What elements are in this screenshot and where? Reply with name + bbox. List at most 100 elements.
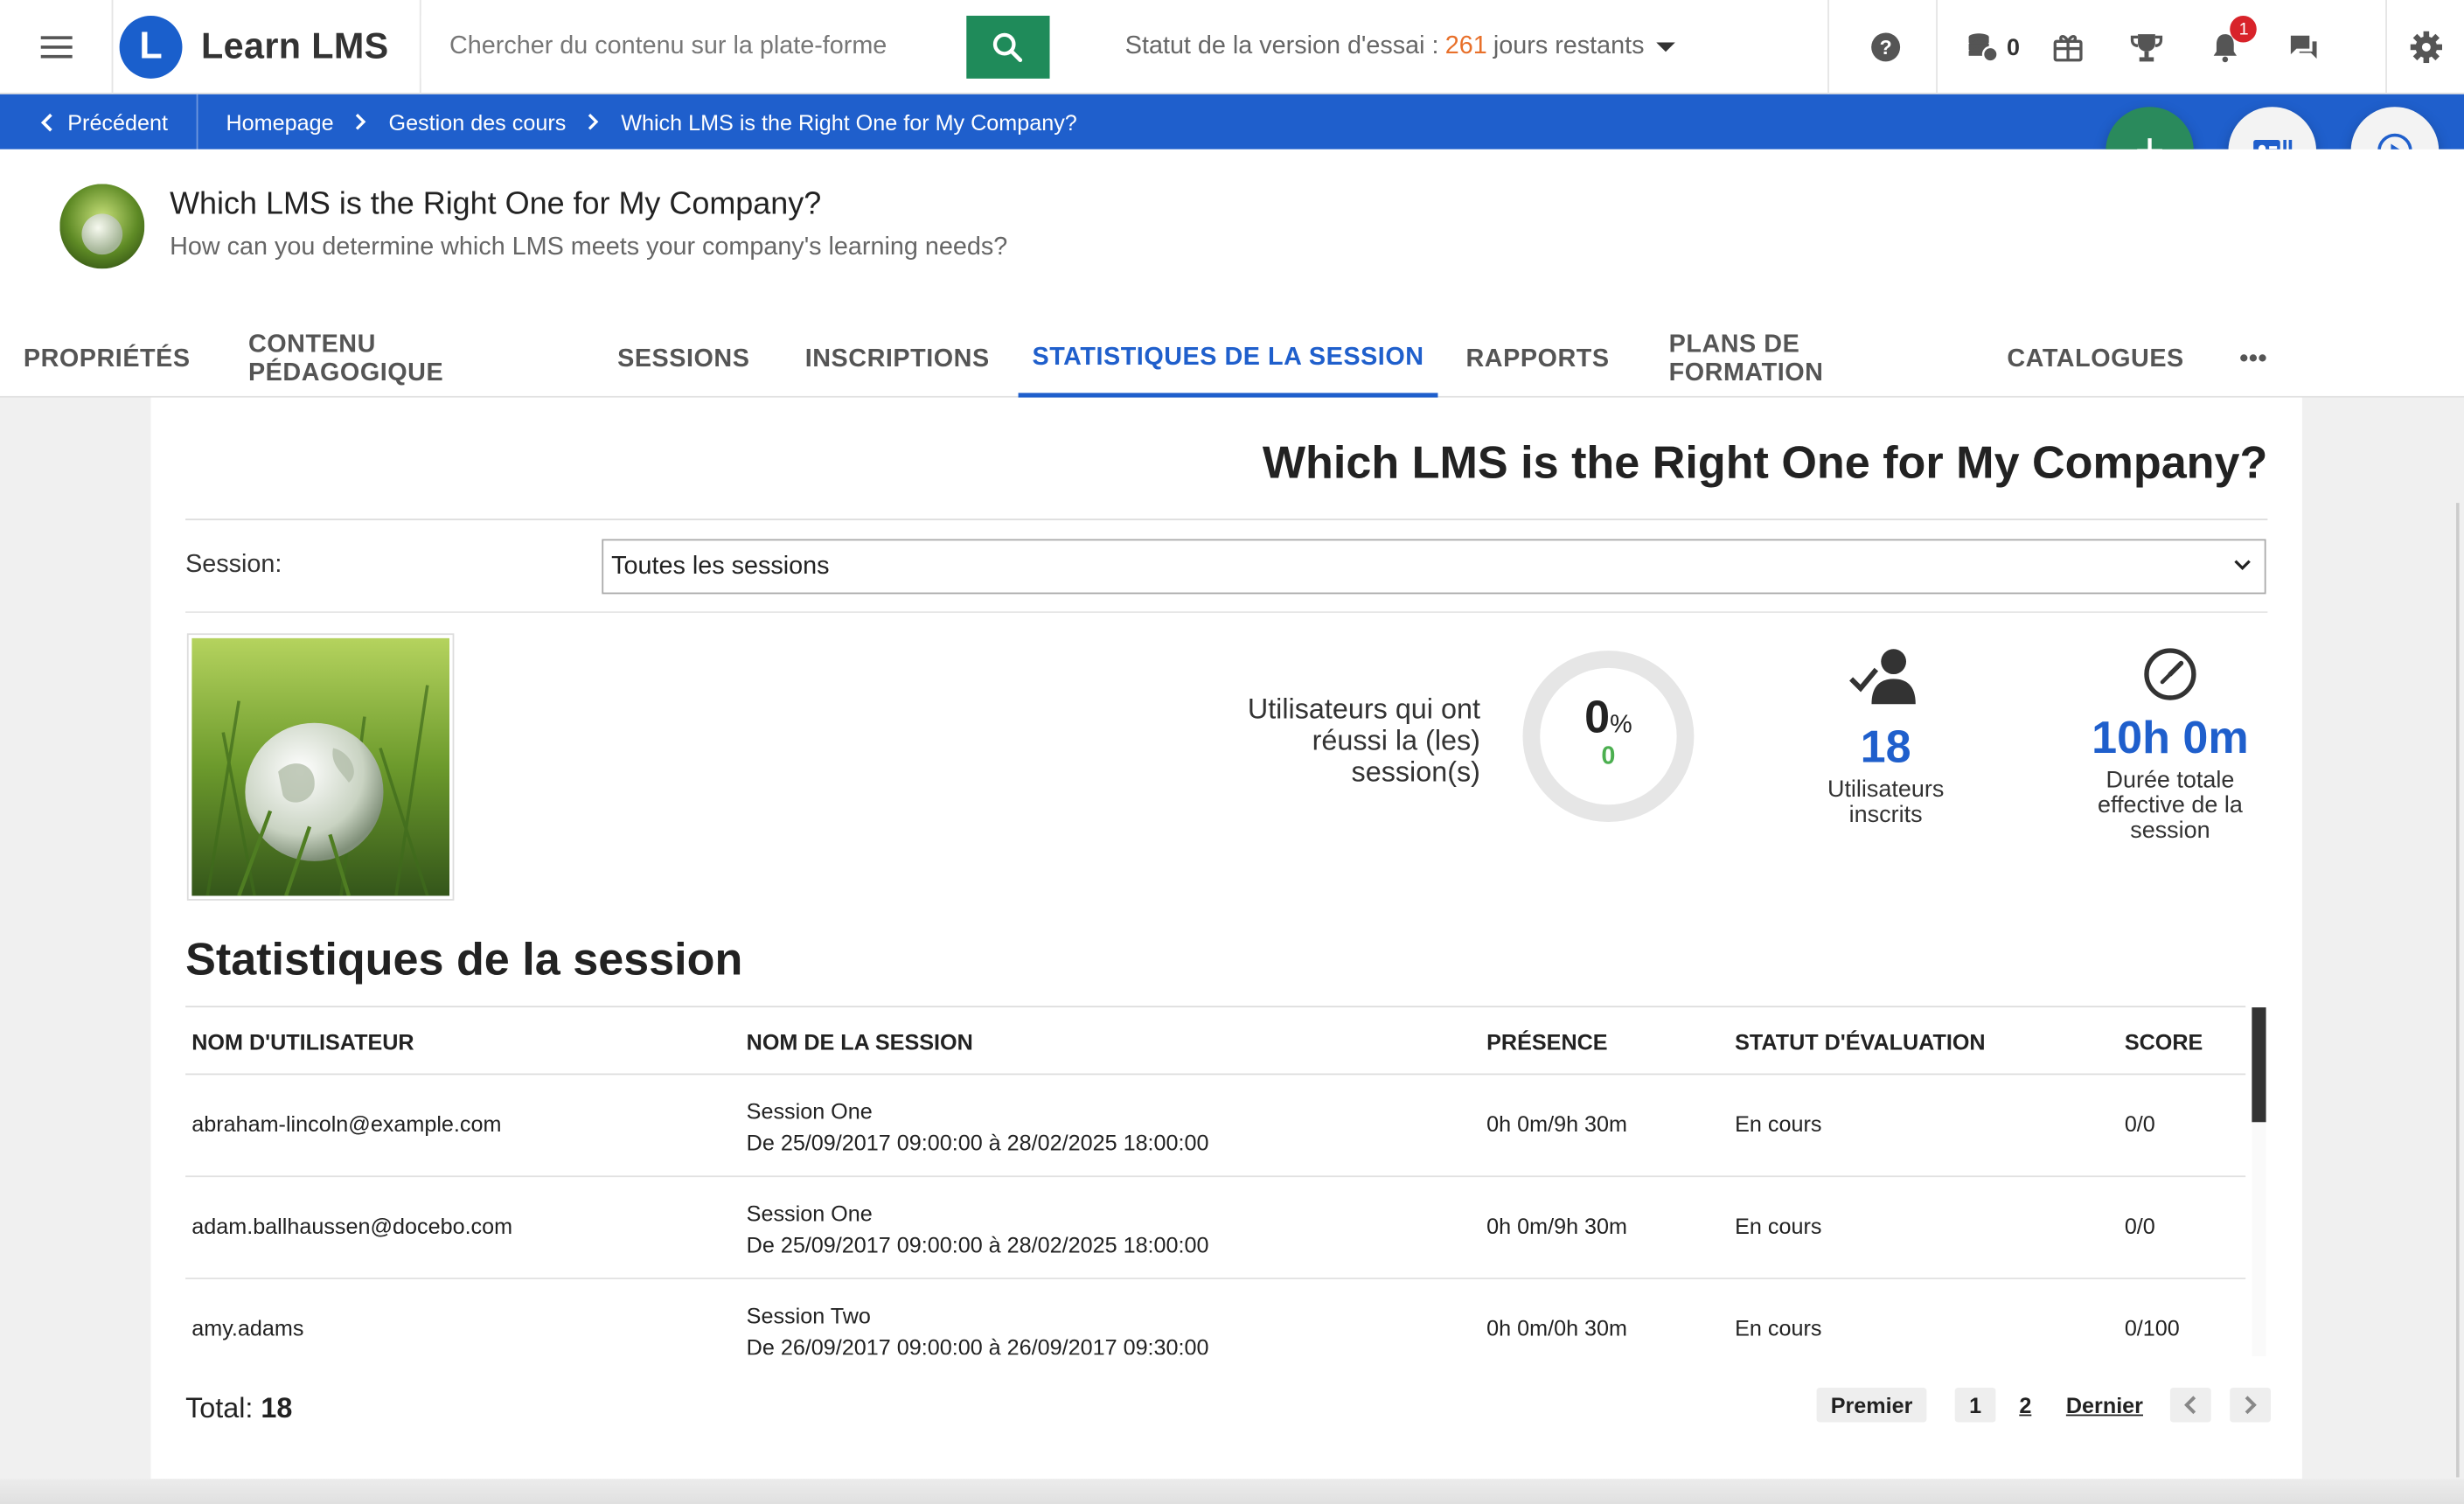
brand[interactable]: L Learn LMS bbox=[113, 0, 421, 94]
search-icon bbox=[993, 31, 1023, 62]
chat-button[interactable] bbox=[2276, 19, 2333, 76]
course-image bbox=[186, 633, 455, 901]
search-input[interactable] bbox=[421, 15, 966, 78]
column-header-session-name[interactable]: NOM DE LA SESSION bbox=[747, 1029, 973, 1055]
trial-suffix: jours restants bbox=[1493, 31, 1645, 59]
statistics-panel: Which LMS is the Right One for My Compan… bbox=[150, 397, 2302, 1480]
brand-name: Learn LMS bbox=[201, 24, 389, 66]
total-value: 18 bbox=[261, 1392, 293, 1424]
column-header-score[interactable]: SCORE bbox=[2125, 1029, 2203, 1055]
passed-percent-value: 0 bbox=[1584, 693, 1611, 744]
page-2-link[interactable]: 2 bbox=[2005, 1392, 2045, 1417]
back-label: Précédent bbox=[67, 108, 168, 135]
next-page-button[interactable] bbox=[2229, 1388, 2271, 1423]
chevron-left-icon bbox=[40, 113, 52, 131]
panel-title: Which LMS is the Right One for My Compan… bbox=[1262, 438, 2268, 489]
coins-button[interactable]: 0 bbox=[1966, 30, 2020, 65]
section-title: Statistiques de la session bbox=[185, 935, 743, 985]
rewards-button[interactable] bbox=[2040, 19, 2097, 76]
coins-count: 0 bbox=[2007, 33, 2021, 61]
tab-catalogs[interactable]: CATALOGUES bbox=[2007, 322, 2183, 397]
page-scrollbar[interactable] bbox=[2456, 503, 2460, 1478]
cell-presence: 0h 0m/9h 30m bbox=[1486, 1111, 1628, 1137]
table-scrollbar-thumb[interactable] bbox=[2252, 1007, 2266, 1123]
pagination: Premier 1 2 Dernier bbox=[1816, 1386, 2271, 1424]
settings-button[interactable] bbox=[2385, 0, 2464, 94]
user-check-icon bbox=[1849, 649, 1916, 705]
session-dates: De 25/09/2017 09:00:00 à 28/02/2025 18:0… bbox=[746, 1130, 1209, 1156]
column-header-presence[interactable]: PRÉSENCE bbox=[1486, 1029, 1607, 1055]
duration-label: Durée totale effective de la session bbox=[2097, 767, 2243, 845]
chevron-right-icon bbox=[588, 113, 599, 130]
help-button[interactable]: ? bbox=[1857, 19, 1914, 76]
session-select-value: Toutes les sessions bbox=[611, 552, 830, 580]
course-thumbnail bbox=[59, 184, 145, 269]
session-select[interactable]: Toutes les sessions bbox=[602, 539, 2266, 595]
enrolled-users-stat: 18 Utilisateurs inscrits bbox=[1801, 646, 1971, 828]
course-subtitle: How can you determine which LMS meets yo… bbox=[170, 233, 1008, 261]
achievements-button[interactable] bbox=[2119, 19, 2175, 76]
tab-enrollments[interactable]: INSCRIPTIONS bbox=[805, 322, 989, 397]
last-page-link[interactable]: Dernier bbox=[2052, 1392, 2157, 1417]
table-row[interactable]: amy.adams Session Two De 26/09/2017 09:00… bbox=[185, 1279, 2245, 1354]
session-label: Session: bbox=[185, 551, 282, 579]
divider bbox=[185, 611, 2268, 613]
first-page-button[interactable]: Premier bbox=[1816, 1388, 1927, 1423]
breadcrumb: Précédent Homepage Gestion des cours Whi… bbox=[0, 94, 2464, 150]
session-dates: De 26/09/2017 09:00:00 à 26/09/2017 09:3… bbox=[746, 1333, 1209, 1355]
table-header: NOM D'UTILISATEUR NOM DE LA SESSION PRÉS… bbox=[185, 1006, 2246, 1076]
notifications-badge: 1 bbox=[2230, 15, 2258, 43]
total-count: Total: 18 bbox=[185, 1392, 292, 1425]
cell-session: Session One De 25/09/2017 09:00:00 à 28/0… bbox=[747, 1198, 1209, 1261]
chevron-down-icon bbox=[2234, 560, 2251, 571]
caret-down-icon bbox=[1656, 41, 1676, 52]
table-row[interactable]: adam.ballhaussen@docebo.com Session One D… bbox=[185, 1177, 2246, 1280]
tab-bar: PROPRIÉTÉS CONTENU PÉDAGOGIQUE SESSIONS … bbox=[0, 322, 2464, 398]
table-row[interactable]: abraham-lincoln@example.com Session One D… bbox=[185, 1075, 2246, 1178]
cell-session: Session Two De 26/09/2017 09:00:00 à 26/0… bbox=[747, 1299, 1209, 1354]
notifications-button[interactable]: 1 bbox=[2197, 15, 2258, 76]
previous-page-button[interactable] bbox=[2169, 1388, 2211, 1423]
breadcrumb-item-homepage[interactable]: Homepage bbox=[226, 109, 333, 135]
tab-reports[interactable]: RAPPORTS bbox=[1466, 322, 1610, 397]
help-icon: ? bbox=[1871, 32, 1901, 62]
percent-sign: % bbox=[1610, 712, 1632, 739]
cell-score: 0/100 bbox=[2124, 1315, 2180, 1341]
chevron-right-icon bbox=[2245, 1396, 2257, 1415]
cell-presence: 0h 0m/9h 30m bbox=[1486, 1213, 1628, 1239]
menu-button[interactable] bbox=[0, 0, 114, 94]
search-button[interactable] bbox=[965, 15, 1050, 78]
tab-properties[interactable]: PROPRIÉTÉS bbox=[24, 322, 190, 397]
column-header-evaluation-status[interactable]: STATUT D'ÉVALUATION bbox=[1735, 1029, 1985, 1055]
cell-session: Session One De 25/09/2017 09:00:00 à 28/0… bbox=[747, 1096, 1209, 1159]
coins-icon bbox=[1968, 33, 1999, 63]
cell-score: 0/0 bbox=[2124, 1111, 2155, 1137]
session-name: Session One bbox=[746, 1098, 873, 1125]
session-name: Session Two bbox=[746, 1302, 871, 1328]
cell-username: abraham-lincoln@example.com bbox=[191, 1111, 502, 1137]
trial-status-dropdown[interactable]: Statut de la version d'essai : 261 jours… bbox=[1125, 0, 1676, 94]
trial-days: 261 bbox=[1444, 31, 1487, 59]
more-tabs-button[interactable]: ••• bbox=[2231, 322, 2275, 397]
column-header-username[interactable]: NOM D'UTILISATEUR bbox=[191, 1029, 414, 1055]
tab-learning-plans[interactable]: PLANS DE FORMATION bbox=[1669, 322, 1947, 397]
duration-value: 10h 0m bbox=[2092, 713, 2249, 764]
page-1-button[interactable]: 1 bbox=[1954, 1388, 1996, 1423]
tab-sessions[interactable]: SESSIONS bbox=[617, 322, 749, 397]
divider bbox=[1936, 0, 1938, 94]
cell-status: En cours bbox=[1735, 1315, 1822, 1341]
passed-users-label: Utilisateurs qui ont réussi la (les) ses… bbox=[1247, 693, 1480, 788]
cell-username: adam.ballhaussen@docebo.com bbox=[191, 1213, 513, 1239]
brand-logo: L bbox=[119, 15, 183, 78]
tab-learning-content[interactable]: CONTENU PÉDAGOGIQUE bbox=[248, 322, 558, 397]
back-button[interactable]: Précédent bbox=[0, 94, 198, 150]
breadcrumb-item-course-management[interactable]: Gestion des cours bbox=[388, 109, 566, 135]
cell-presence: 0h 0m/0h 30m bbox=[1486, 1315, 1628, 1341]
breadcrumb-trail: Homepage Gestion des cours Which LMS is … bbox=[226, 109, 1076, 135]
top-icons: ? 0 1 bbox=[1827, 0, 2343, 94]
page-bottom bbox=[0, 1479, 2464, 1504]
trial-prefix: Statut de la version d'essai : bbox=[1124, 31, 1439, 59]
enrolled-label: Utilisateurs inscrits bbox=[1827, 776, 1945, 829]
cell-score: 0/0 bbox=[2124, 1213, 2155, 1239]
tab-session-statistics[interactable]: STATISTIQUES DE LA SESSION bbox=[1018, 322, 1438, 398]
